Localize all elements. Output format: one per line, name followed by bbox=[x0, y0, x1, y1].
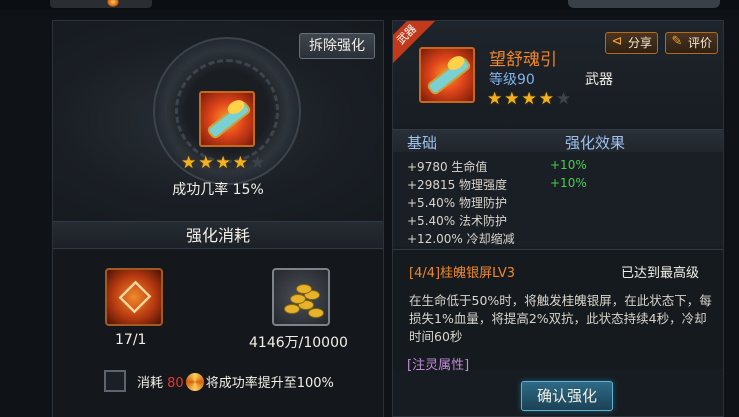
star-filled-icon: ★ bbox=[504, 89, 520, 109]
top-tab-right[interactable] bbox=[568, 0, 720, 8]
star-filled-icon: ★ bbox=[198, 153, 214, 173]
enhance-panel: ★ ★ ★ ★ ★ 拆除强化 成功几率 15% 强化消耗 17/1 4146万/1000… bbox=[52, 20, 384, 417]
cube-shape bbox=[118, 280, 152, 314]
stat-row: +5.40% 物理防护 bbox=[407, 196, 507, 210]
star-filled-icon: ★ bbox=[487, 89, 503, 109]
consume-suffix: 将成功率提升至100% bbox=[205, 376, 334, 391]
star-filled-icon: ★ bbox=[538, 89, 554, 109]
enhance-stone-icon[interactable] bbox=[105, 268, 163, 326]
share-label: 分享 bbox=[628, 36, 653, 50]
item-type: 武器 bbox=[585, 72, 613, 88]
remove-enhance-button[interactable]: 拆除强化 bbox=[299, 33, 375, 59]
stone-count: 17/1 bbox=[115, 332, 147, 348]
cost-body: 17/1 4146万/10000 消耗 80 将成功率提升至100% bbox=[53, 250, 383, 417]
enhance-display: ★ ★ ★ ★ ★ 拆除强化 成功几率 15% bbox=[53, 21, 383, 221]
star-empty-icon: ★ bbox=[250, 153, 266, 173]
success-rate-label: 成功几率 15% bbox=[172, 182, 264, 198]
swirl-currency-icon bbox=[185, 373, 204, 391]
gold-count: 4146万/10000 bbox=[249, 335, 348, 351]
skill-status: 已达到最高级 bbox=[621, 266, 700, 281]
weapon-item-icon[interactable] bbox=[199, 91, 255, 147]
consume-line: 消耗 80 将成功率提升至100% bbox=[137, 372, 334, 391]
star-filled-icon: ★ bbox=[181, 153, 197, 173]
star-filled-icon: ★ bbox=[215, 153, 231, 173]
gold-coins-icon[interactable] bbox=[272, 268, 330, 326]
star-empty-icon: ★ bbox=[556, 89, 572, 109]
consume-amount: 80 bbox=[167, 376, 184, 391]
stat-row: +29815 物理强度 bbox=[407, 178, 508, 192]
confirm-enhance-button[interactable]: 确认强化 bbox=[521, 381, 613, 411]
item-level: 等级90 bbox=[489, 72, 535, 88]
stat-bonus: +10% bbox=[550, 158, 587, 172]
coin bbox=[308, 308, 324, 318]
stats-table: 基础 强化效果 +9780 生命值 +10% +29815 物理强度 +10% … bbox=[393, 129, 723, 247]
top-tab-left[interactable] bbox=[50, 0, 152, 8]
stats-header: 基础 强化效果 bbox=[393, 130, 723, 152]
item-star-rating: ★ ★ ★ ★ ★ bbox=[487, 91, 571, 108]
consume-prefix: 消耗 bbox=[137, 376, 164, 391]
share-icon: ⊲ bbox=[611, 34, 623, 49]
cost-header: 强化消耗 bbox=[53, 221, 383, 249]
review-button[interactable]: ✎ 评价 bbox=[665, 32, 719, 54]
stat-row: +5.40% 法术防护 bbox=[407, 214, 507, 228]
coin bbox=[296, 284, 312, 294]
stat-row: +9780 生命值 bbox=[407, 160, 488, 174]
spirit-attribute-link[interactable]: [注灵属性] bbox=[407, 354, 469, 373]
edit-icon: ✎ bbox=[671, 34, 683, 49]
stats-header-base: 基础 bbox=[407, 134, 438, 152]
item-header: 望舒魂引 等级90 武器 ★ ★ ★ ★ ★ ⊲ 分享 ✎ 评价 bbox=[393, 21, 723, 129]
skill-title: [4/4]桂魄银屏LV3 bbox=[409, 266, 516, 281]
stats-header-effect: 强化效果 bbox=[565, 134, 626, 152]
item-detail-panel: 望舒魂引 等级90 武器 ★ ★ ★ ★ ★ ⊲ 分享 ✎ 评价 武器 基础 强化效果 … bbox=[392, 20, 724, 417]
star-filled-icon: ★ bbox=[521, 89, 537, 109]
stat-row: +12.00% 冷却缩减 bbox=[407, 232, 515, 246]
stat-bonus: +10% bbox=[550, 176, 587, 190]
skill-block: [4/4]桂魄银屏LV3 已达到最高级 在生命低于50%时，将触发桂魄银屏，在此… bbox=[393, 249, 723, 373]
star-filled-icon: ★ bbox=[232, 153, 248, 173]
share-button[interactable]: ⊲ 分享 bbox=[605, 32, 659, 54]
top-bar bbox=[0, 0, 739, 10]
spark-icon bbox=[107, 0, 119, 7]
item-name: 望舒魂引 bbox=[489, 50, 557, 70]
weapon-detail-icon[interactable] bbox=[419, 47, 475, 103]
review-label: 评价 bbox=[688, 36, 713, 50]
item-star-rating: ★ ★ ★ ★ ★ bbox=[181, 155, 265, 172]
boost-rate-checkbox[interactable] bbox=[104, 370, 126, 392]
skill-description: 在生命低于50%时，将触发桂魄银屏，在此状态下，每损失1%血量，将提高2%双抗，… bbox=[409, 293, 712, 344]
